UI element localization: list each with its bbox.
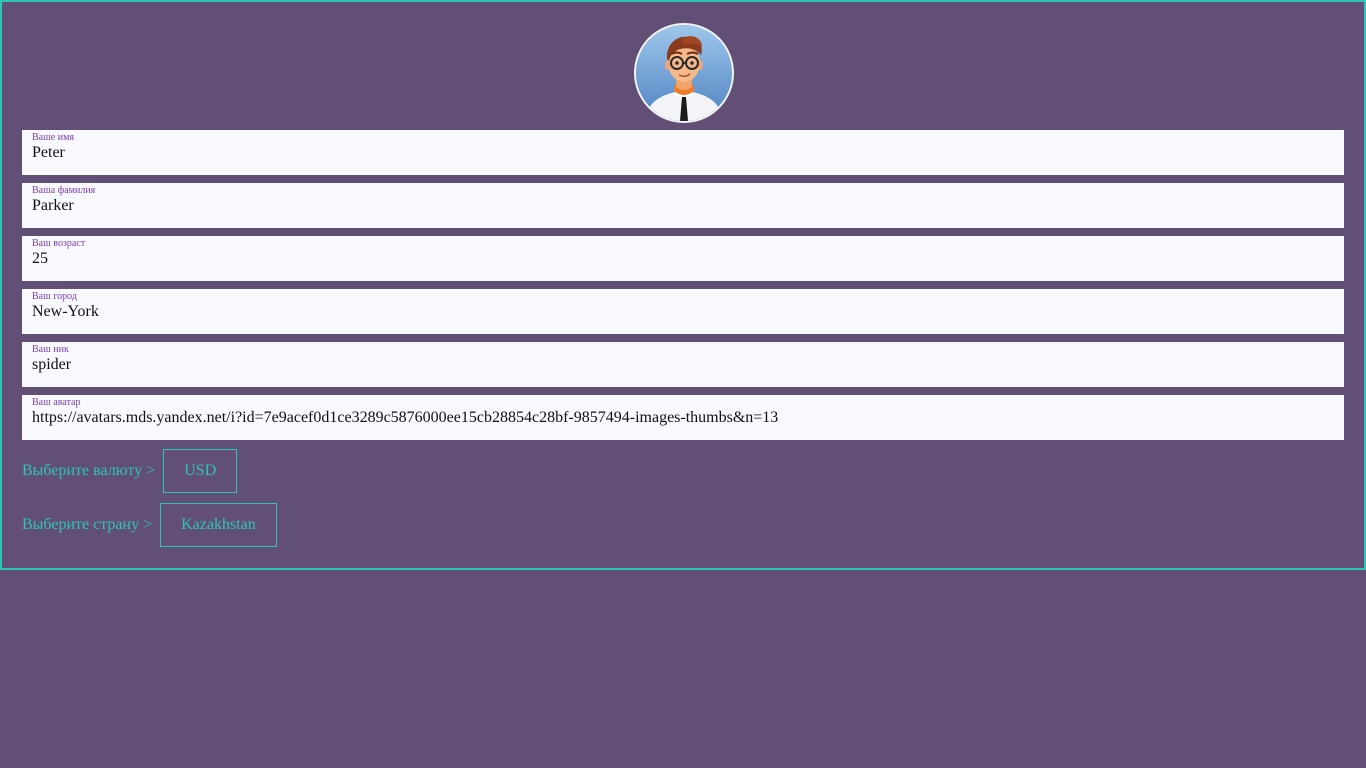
currency-row: Выберите валюту > USD (22, 448, 237, 494)
country-row: Выберите страну > Kazakhstan (22, 502, 277, 548)
country-prompt: Выберите страну > (22, 516, 152, 534)
city-field[interactable]: Ваш город New-York (22, 289, 1344, 334)
avatar (634, 23, 734, 123)
currency-select-button[interactable]: USD (163, 449, 237, 493)
first-name-field[interactable]: Ваше имя Peter (22, 130, 1344, 175)
nickname-field[interactable]: Ваш ник spider (22, 342, 1344, 387)
age-value[interactable]: 25 (32, 249, 48, 269)
avatar-url-field[interactable]: Ваш аватар https://avatars.mds.yandex.ne… (22, 395, 1344, 440)
last-name-value[interactable]: Parker (32, 196, 74, 216)
cartoon-man-avatar-icon (636, 25, 732, 121)
city-value[interactable]: New-York (32, 302, 99, 322)
last-name-field[interactable]: Ваша фамилия Parker (22, 183, 1344, 228)
currency-prompt: Выберите валюту > (22, 462, 155, 480)
first-name-value[interactable]: Peter (32, 143, 65, 163)
avatar-url-value[interactable]: https://avatars.mds.yandex.net/i?id=7e9a… (32, 408, 778, 428)
profile-panel: Ваше имя Peter Ваша фамилия Parker Ваш в… (0, 0, 1366, 570)
nickname-value[interactable]: spider (32, 355, 71, 375)
age-field[interactable]: Ваш возраст 25 (22, 236, 1344, 281)
country-select-button[interactable]: Kazakhstan (160, 503, 277, 547)
